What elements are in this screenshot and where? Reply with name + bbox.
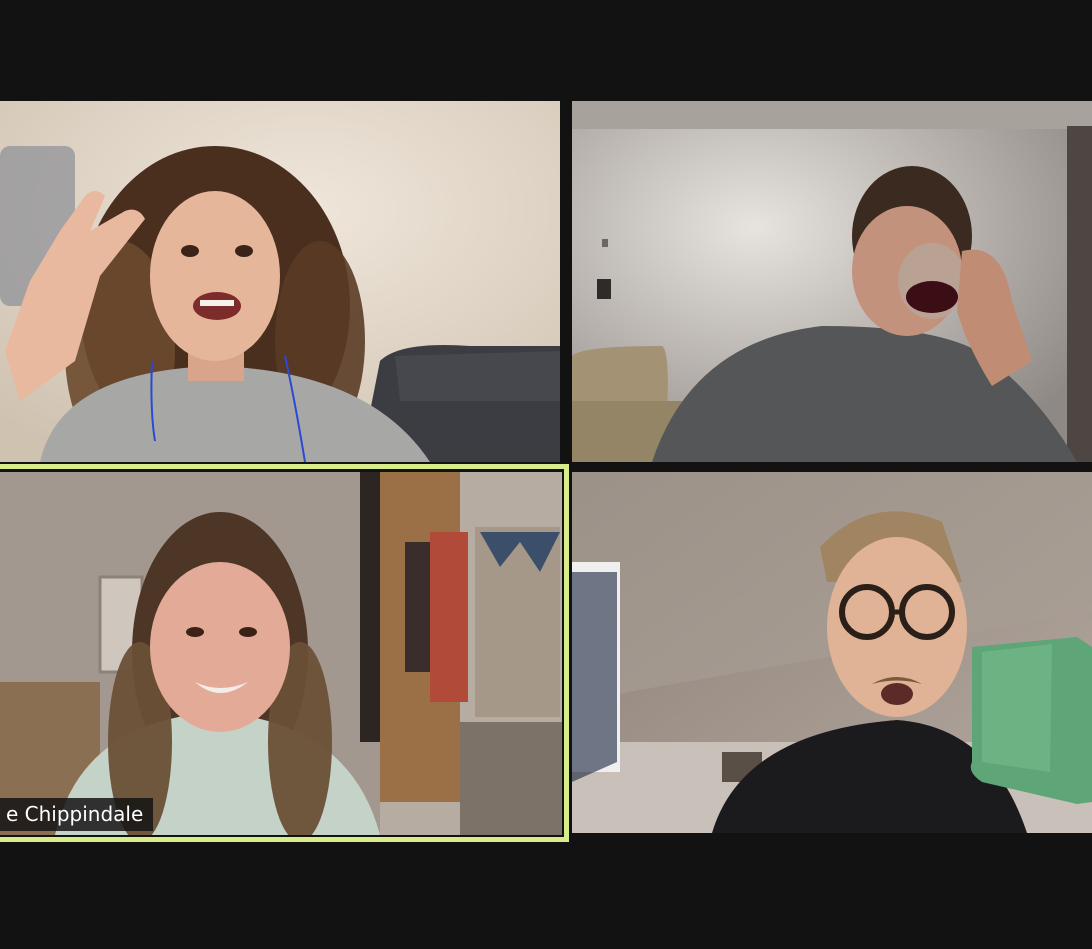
participant-video-feed-4 xyxy=(572,472,1092,833)
participant-video-feed-3 xyxy=(0,472,562,835)
participant-video-tile-3[interactable]: e Chippindale xyxy=(0,472,562,835)
participant-video-tile-4[interactable] xyxy=(572,472,1092,833)
video-call-gallery: e Chippindale xyxy=(0,0,1092,949)
participant-video-feed-2 xyxy=(572,101,1092,462)
participant-name-label: e Chippindale xyxy=(0,798,154,831)
participant-video-tile-1[interactable] xyxy=(0,101,560,462)
participant-video-feed-1 xyxy=(0,101,560,462)
participant-video-tile-2[interactable] xyxy=(572,101,1092,462)
